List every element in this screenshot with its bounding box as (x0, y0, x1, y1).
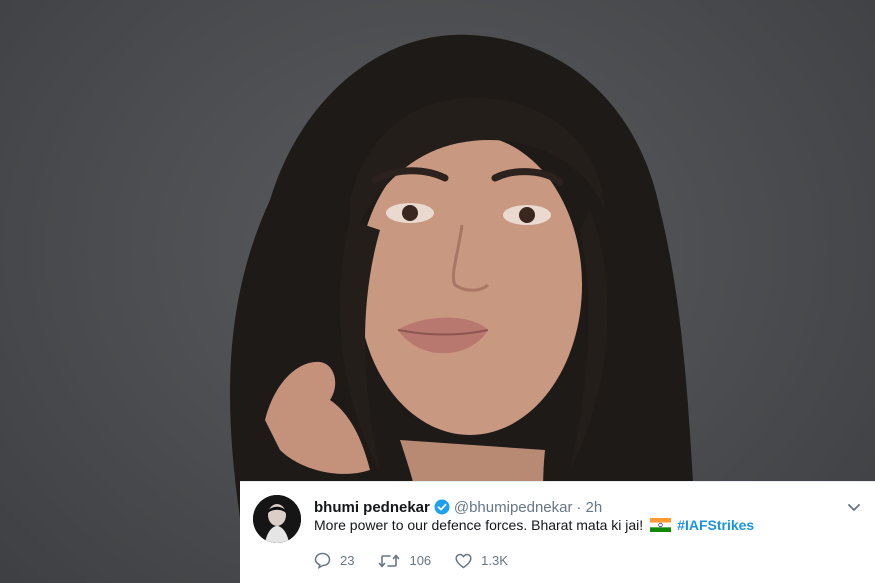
display-name[interactable]: bhumi pednekar (314, 499, 430, 516)
reply-button[interactable]: 23 (314, 552, 354, 569)
retweet-button[interactable]: 106 (378, 553, 431, 569)
hashtag-link[interactable]: #IAFStrikes (677, 517, 754, 533)
retweet-count: 106 (409, 553, 432, 568)
chevron-down-icon[interactable] (847, 500, 861, 518)
like-icon (455, 553, 472, 568)
tweet-actions: 23 106 1.3K (314, 552, 532, 569)
tweet-header: bhumi pednekar @bhumipednekar · 2h (314, 497, 602, 517)
handle[interactable]: @bhumipednekar (454, 499, 573, 516)
tweet-body: More power to our defence forces. Bharat… (314, 517, 644, 533)
like-count: 1.3K (481, 553, 508, 568)
verified-badge-icon (434, 499, 450, 515)
tweet-text: More power to our defence forces. Bharat… (314, 517, 754, 533)
separator-dot: · (576, 498, 582, 516)
india-flag-icon (650, 518, 672, 532)
retweet-icon (379, 554, 400, 567)
avatar[interactable] (253, 495, 301, 543)
avatar-image (253, 495, 301, 543)
tweet-card[interactable]: bhumi pednekar @bhumipednekar · 2h More … (240, 481, 875, 583)
reply-count: 23 (340, 553, 355, 568)
like-button[interactable]: 1.3K (455, 553, 508, 569)
reply-icon (314, 552, 331, 569)
timestamp[interactable]: 2h (586, 499, 603, 516)
